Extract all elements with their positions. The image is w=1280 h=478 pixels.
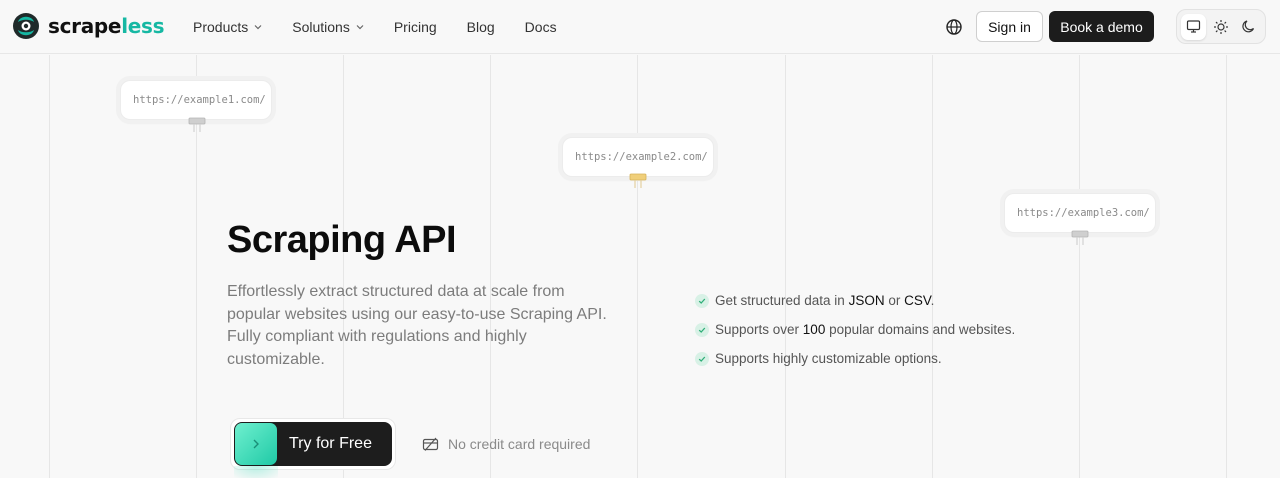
- feature-text-part: .: [930, 293, 935, 308]
- check-icon: [695, 322, 709, 337]
- arrow-right-icon: [235, 423, 277, 465]
- grid-line: [785, 55, 786, 478]
- feature-item: Get structured data in JSON or CSV.: [695, 286, 1015, 315]
- logo-text-accent: less: [121, 14, 165, 38]
- grid-line: [932, 55, 933, 478]
- feature-item: Supports highly customizable options.: [695, 344, 1015, 373]
- url-card-text: https://example3.com/: [1017, 207, 1150, 219]
- theme-switcher: [1176, 9, 1266, 44]
- monitor-icon: [1187, 20, 1201, 33]
- grid-line: [1079, 55, 1080, 478]
- feature-text-strong: 100: [802, 322, 826, 337]
- book-demo-button[interactable]: Book a demo: [1049, 11, 1154, 42]
- grid-line: [637, 55, 638, 478]
- try-free-button-frame: Try for Free: [230, 418, 396, 470]
- no-credit-card-note: No credit card required: [422, 436, 590, 452]
- grid-line: [490, 55, 491, 478]
- nav-solutions-label: Solutions: [292, 19, 350, 35]
- sign-in-button[interactable]: Sign in: [976, 11, 1043, 42]
- feature-text: Supports highly customizable options.: [715, 351, 942, 366]
- nav-blog[interactable]: Blog: [467, 19, 495, 35]
- chevron-down-icon: [254, 25, 262, 30]
- nav-docs[interactable]: Docs: [525, 19, 557, 35]
- nav-docs-label: Docs: [524, 19, 557, 35]
- site-header: scrapeless Products Solutions Pricing Bl…: [0, 0, 1280, 54]
- feature-text: Supports over 100 popular domains and we…: [715, 322, 1015, 337]
- no-credit-card-text: No credit card required: [448, 436, 591, 452]
- url-card-3: https://example3.com/: [1004, 193, 1156, 233]
- logo-text: scrapeless: [48, 14, 165, 38]
- globe-icon[interactable]: [944, 17, 964, 37]
- logo[interactable]: scrapeless: [12, 12, 165, 40]
- nav-pricing[interactable]: Pricing: [394, 19, 437, 35]
- nav-pricing-label: Pricing: [393, 19, 437, 35]
- feature-text: Get structured data in JSON or CSV.: [715, 293, 934, 308]
- theme-system-button[interactable]: [1181, 13, 1207, 40]
- feature-text-part: popular domains and websites.: [825, 322, 1016, 337]
- hero-description: Effortlessly extract structured data at …: [227, 283, 607, 368]
- logo-text-main: scrape: [48, 14, 122, 38]
- theme-dark-button[interactable]: [1236, 14, 1261, 40]
- feature-text-part: or: [884, 293, 905, 308]
- plug-connector-icon: [1071, 230, 1089, 245]
- try-free-label: Try for Free: [289, 435, 372, 452]
- feature-text-strong: JSON: [848, 293, 885, 308]
- nav-solutions[interactable]: Solutions: [292, 19, 364, 35]
- try-free-button[interactable]: Try for Free: [234, 422, 392, 466]
- url-card-text: https://example1.com/: [133, 94, 266, 106]
- feature-text-part: Supports highly customizable options.: [715, 351, 942, 366]
- url-card-2: https://example2.com/: [562, 137, 714, 177]
- feature-text-strong: CSV: [904, 293, 931, 308]
- grid-line: [1226, 55, 1227, 478]
- nav-products-label: Products: [193, 19, 249, 35]
- feature-list: Get structured data in JSON or CSV. Supp…: [695, 286, 1015, 373]
- plug-connector-icon: [629, 173, 647, 188]
- chevron-down-icon: [356, 25, 364, 30]
- url-card-1: https://example1.com/: [120, 80, 272, 120]
- button-glow: [234, 466, 278, 478]
- nav-products[interactable]: Products: [193, 19, 262, 35]
- page-title: Scraping API: [227, 219, 457, 261]
- credit-card-off-icon: [422, 437, 439, 451]
- nav-blog-label: Blog: [466, 19, 495, 35]
- grid-line: [343, 55, 344, 478]
- sun-icon: [1213, 19, 1228, 34]
- feature-text-part: Get structured data in: [715, 293, 849, 308]
- feature-text-part: Supports over: [715, 322, 803, 337]
- moon-icon: [1242, 20, 1254, 33]
- plug-connector-icon: [188, 117, 206, 132]
- grid-line: [49, 55, 50, 478]
- url-card-text: https://example2.com/: [575, 151, 708, 163]
- feature-item: Supports over 100 popular domains and we…: [695, 315, 1015, 344]
- theme-light-button[interactable]: [1208, 14, 1233, 40]
- logo-icon: [13, 13, 39, 39]
- check-icon: [695, 293, 709, 308]
- main-nav: Products Solutions Pricing Blog Docs: [193, 0, 587, 54]
- check-icon: [695, 351, 709, 366]
